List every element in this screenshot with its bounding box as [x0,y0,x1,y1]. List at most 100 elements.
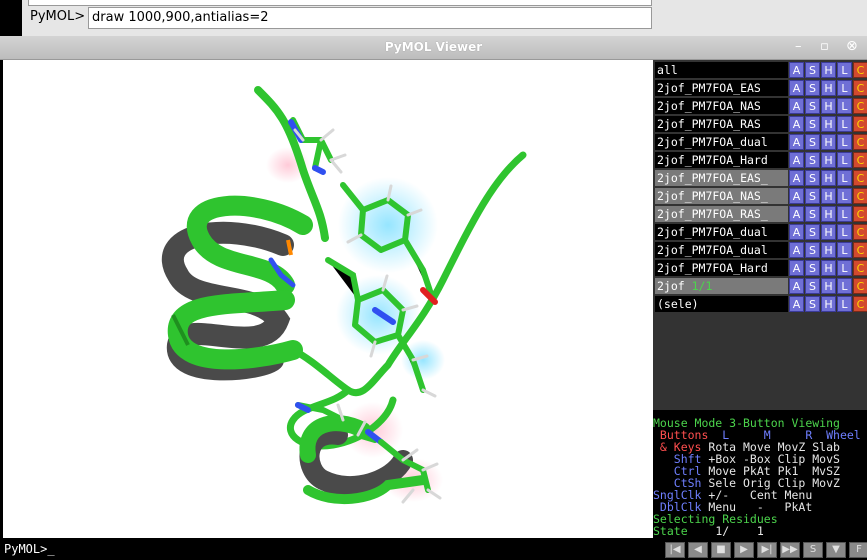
object-name[interactable]: 2jof_PM7FOA_EAS [655,80,788,96]
object-name[interactable]: 2jof_PM7FOA_RAS [655,116,788,132]
object-name[interactable]: 2jof_PM7FOA_Hard [655,260,788,276]
object-c-button[interactable]: C [853,188,867,204]
object-a-button[interactable]: A [789,278,804,294]
object-row[interactable]: 2jof_PM7FOA_RAS A S H L C [655,116,867,132]
object-h-button[interactable]: H [821,224,836,240]
movie-control-button[interactable]: S [803,542,823,558]
object-s-button[interactable]: S [805,224,820,240]
object-row[interactable]: 2jof_PM7FOA_dual A S H L C [655,242,867,258]
movie-control-button[interactable]: ■ [711,542,731,558]
object-l-button[interactable]: L [837,152,852,168]
object-row[interactable]: 2jof_PM7FOA_Hard A S H L C [655,260,867,276]
object-s-button[interactable]: S [805,152,820,168]
object-a-button[interactable]: A [789,152,804,168]
object-c-button[interactable]: C [853,134,867,150]
object-l-button[interactable]: L [837,260,852,276]
object-h-button[interactable]: H [821,260,836,276]
object-row[interactable]: 2jof_PM7FOA_RAS_ A S H L C [655,206,867,222]
object-name[interactable]: (sele) [655,296,788,312]
object-name[interactable]: 2jof_PM7FOA_dual [655,224,788,240]
object-s-button[interactable]: S [805,62,820,78]
object-l-button[interactable]: L [837,242,852,258]
object-a-button[interactable]: A [789,224,804,240]
object-a-button[interactable]: A [789,62,804,78]
object-s-button[interactable]: S [805,242,820,258]
close-icon[interactable]: ⊗ [846,38,858,54]
object-c-button[interactable]: C [853,62,867,78]
object-a-button[interactable]: A [789,206,804,222]
object-c-button[interactable]: C [853,296,867,312]
movie-control-button[interactable]: ▶| [757,542,777,558]
object-l-button[interactable]: L [837,62,852,78]
object-l-button[interactable]: L [837,206,852,222]
object-a-button[interactable]: A [789,116,804,132]
molecule-render[interactable] [3,60,653,538]
object-a-button[interactable]: A [789,188,804,204]
object-s-button[interactable]: S [805,116,820,132]
object-c-button[interactable]: C [853,80,867,96]
movie-control-button[interactable]: ▶▶ [780,542,800,558]
object-c-button[interactable]: C [853,242,867,258]
object-c-button[interactable]: C [853,170,867,186]
object-s-button[interactable]: S [805,98,820,114]
object-c-button[interactable]: C [853,278,867,294]
object-l-button[interactable]: L [837,116,852,132]
object-s-button[interactable]: S [805,260,820,276]
object-l-button[interactable]: L [837,170,852,186]
object-c-button[interactable]: C [853,206,867,222]
object-a-button[interactable]: A [789,242,804,258]
object-name[interactable]: 2jof_PM7FOA_RAS_ [655,206,788,222]
object-l-button[interactable]: L [837,98,852,114]
object-c-button[interactable]: C [853,260,867,276]
bottom-command-line[interactable]: PyMOL>_ [0,539,653,560]
object-row[interactable]: 2jof_PM7FOA_dual A S H L C [655,134,867,150]
object-row[interactable]: 2jof_PM7FOA_NAS_ A S H L C [655,188,867,204]
object-name[interactable]: 2jof_PM7FOA_dual [655,134,788,150]
object-name[interactable]: all [655,62,788,78]
object-l-button[interactable]: L [837,188,852,204]
object-h-button[interactable]: H [821,242,836,258]
movie-control-button[interactable]: F [849,542,867,558]
object-row[interactable]: (sele) A S H L C [655,296,867,312]
restore-icon[interactable]: ▫ [820,39,829,54]
object-l-button[interactable]: L [837,278,852,294]
object-a-button[interactable]: A [789,98,804,114]
object-l-button[interactable]: L [837,134,852,150]
object-l-button[interactable]: L [837,296,852,312]
object-row[interactable]: 2jof_PM7FOA_dual A S H L C [655,224,867,240]
object-l-button[interactable]: L [837,224,852,240]
object-h-button[interactable]: H [821,152,836,168]
object-h-button[interactable]: H [821,206,836,222]
object-name[interactable]: 2jof_PM7FOA_EAS_ [655,170,788,186]
object-name[interactable]: 2jof 1/1 [655,278,788,294]
object-h-button[interactable]: H [821,296,836,312]
object-c-button[interactable]: C [853,224,867,240]
object-s-button[interactable]: S [805,296,820,312]
object-a-button[interactable]: A [789,80,804,96]
object-h-button[interactable]: H [821,188,836,204]
object-s-button[interactable]: S [805,134,820,150]
object-row[interactable]: 2jof_PM7FOA_EAS A S H L C [655,80,867,96]
object-row[interactable]: 2jof 1/1 A S H L C [655,278,867,294]
object-s-button[interactable]: S [805,188,820,204]
movie-control-button[interactable]: ▼ [826,542,846,558]
object-name[interactable]: 2jof_PM7FOA_dual [655,242,788,258]
object-row[interactable]: 2jof_PM7FOA_Hard A S H L C [655,152,867,168]
object-h-button[interactable]: H [821,98,836,114]
object-a-button[interactable]: A [789,170,804,186]
molecule-viewport[interactable] [3,60,653,538]
object-s-button[interactable]: S [805,206,820,222]
object-h-button[interactable]: H [821,62,836,78]
object-row[interactable]: all A S H L C [655,62,867,78]
object-name[interactable]: 2jof_PM7FOA_NAS [655,98,788,114]
command-input[interactable]: draw 1000,900,antialias=2 [88,7,652,29]
object-s-button[interactable]: S [805,80,820,96]
object-a-button[interactable]: A [789,296,804,312]
object-h-button[interactable]: H [821,80,836,96]
minimize-icon[interactable]: – [795,39,802,54]
object-c-button[interactable]: C [853,98,867,114]
object-a-button[interactable]: A [789,134,804,150]
object-c-button[interactable]: C [853,116,867,132]
movie-control-button[interactable]: ◀ [688,542,708,558]
object-row[interactable]: 2jof_PM7FOA_NAS A S H L C [655,98,867,114]
